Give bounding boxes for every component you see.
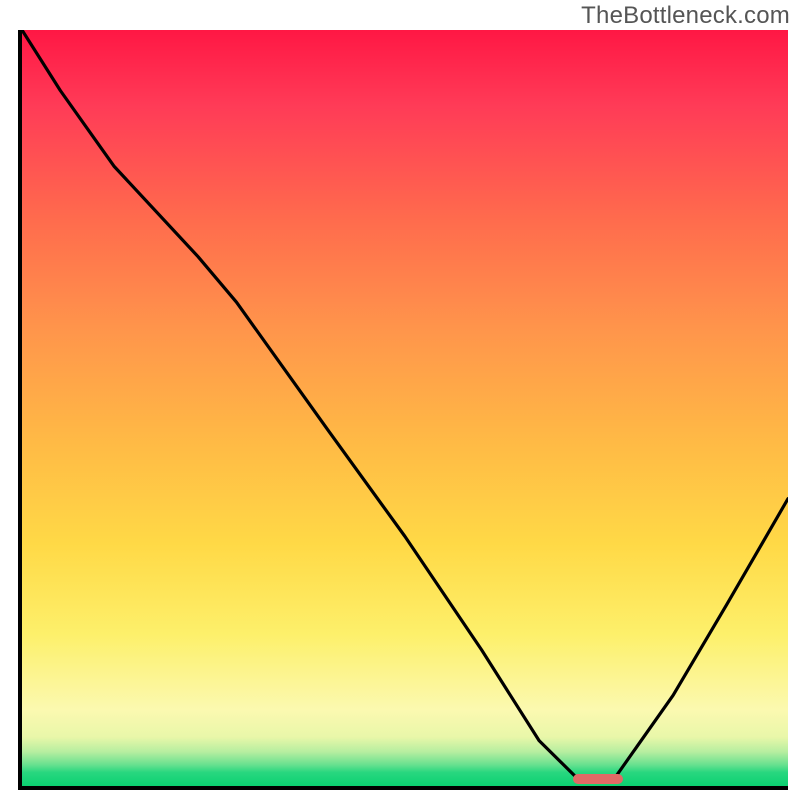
chart-frame: TheBottleneck.com (0, 0, 800, 800)
optimal-range-highlight (573, 774, 623, 784)
plot-area (18, 30, 788, 790)
curve-path (22, 30, 788, 782)
watermark-text: TheBottleneck.com (581, 2, 790, 30)
bottleneck-curve (22, 30, 788, 786)
